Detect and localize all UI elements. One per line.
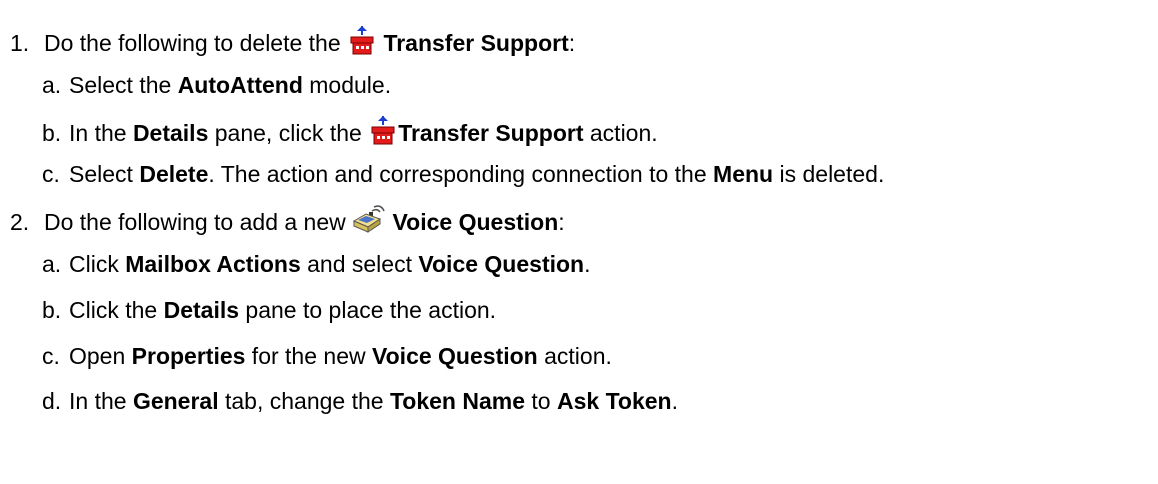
voice-question-icon xyxy=(352,205,386,241)
step-bold: Voice Question xyxy=(392,209,559,235)
substep-bold: Details xyxy=(132,120,209,146)
substep-text: In the xyxy=(69,388,133,414)
substep-text: In the xyxy=(69,120,133,146)
substep-number: b. xyxy=(42,120,62,146)
step-text: Do the following to add a new xyxy=(44,209,353,235)
transfer-icon xyxy=(347,26,377,62)
substep-text: action. xyxy=(583,120,658,146)
substep-text: tab, change the xyxy=(218,388,390,414)
step-1a: a. Select the AutoAttend module. xyxy=(42,71,391,99)
substep-text: Open xyxy=(69,343,132,369)
substep-text: and select xyxy=(300,251,419,277)
substep-text: . xyxy=(671,388,678,414)
substep-text: for the new xyxy=(245,343,372,369)
substep-text: Click the xyxy=(69,297,164,323)
step-2c: c. Open Properties for the new Voice Ques… xyxy=(42,342,612,370)
substep-text: . xyxy=(584,251,591,277)
substep-text: Select xyxy=(69,161,140,187)
substep-bold: Voice Question xyxy=(372,343,538,369)
substep-number: b. xyxy=(42,297,62,323)
substep-bold: Delete xyxy=(139,161,209,187)
substep-bold: Properties xyxy=(131,343,246,369)
step-text-end: : xyxy=(568,30,576,56)
step-2a: a. Click Mailbox Actions and select Voice… xyxy=(42,250,590,278)
step-1b: b. In the Details pane, click the Transfe… xyxy=(42,116,658,152)
substep-bold: Mailbox Actions xyxy=(125,251,301,277)
substep-bold: General xyxy=(132,388,219,414)
step-number: 2. xyxy=(10,209,30,235)
step-1: 1. Do the following to delete the Transfe… xyxy=(10,26,575,62)
substep-bold: Token Name xyxy=(389,388,526,414)
substep-number: a. xyxy=(42,251,62,277)
step-bold: Transfer Support xyxy=(383,30,569,56)
substep-text: to xyxy=(525,388,557,414)
substep-number: d. xyxy=(42,388,62,414)
substep-text: pane to place the action. xyxy=(239,297,497,323)
substep-bold: Voice Question xyxy=(418,251,585,277)
step-text: Do the following to delete the xyxy=(44,30,348,56)
step-2: 2. Do the following to add a new Voice Qu… xyxy=(10,205,565,241)
substep-bold: Transfer Support xyxy=(398,120,584,146)
step-1c: c. Select Delete. The action and correspo… xyxy=(42,160,884,188)
step-text-end: : xyxy=(558,209,565,235)
substep-number: c. xyxy=(42,343,60,369)
substep-text: . The action and corresponding connectio… xyxy=(208,161,714,187)
substep-text: Click xyxy=(69,251,126,277)
substep-text: Select the xyxy=(69,72,178,98)
substep-bold: Details xyxy=(163,297,240,323)
step-number: 1. xyxy=(10,30,30,56)
substep-bold: Menu xyxy=(713,161,774,187)
step-2d: d. In the General tab, change the Token N… xyxy=(42,387,678,415)
substep-bold: AutoAttend xyxy=(177,72,303,98)
substep-number: c. xyxy=(42,161,60,187)
substep-text: module. xyxy=(302,72,392,98)
substep-text: pane, click the xyxy=(208,120,369,146)
substep-bold: Ask Token xyxy=(556,388,672,414)
transfer-icon xyxy=(368,116,398,152)
substep-text: is deleted. xyxy=(773,161,885,187)
substep-number: a. xyxy=(42,72,62,98)
step-2b: b. Click the Details pane to place the ac… xyxy=(42,296,496,324)
substep-text: action. xyxy=(537,343,612,369)
